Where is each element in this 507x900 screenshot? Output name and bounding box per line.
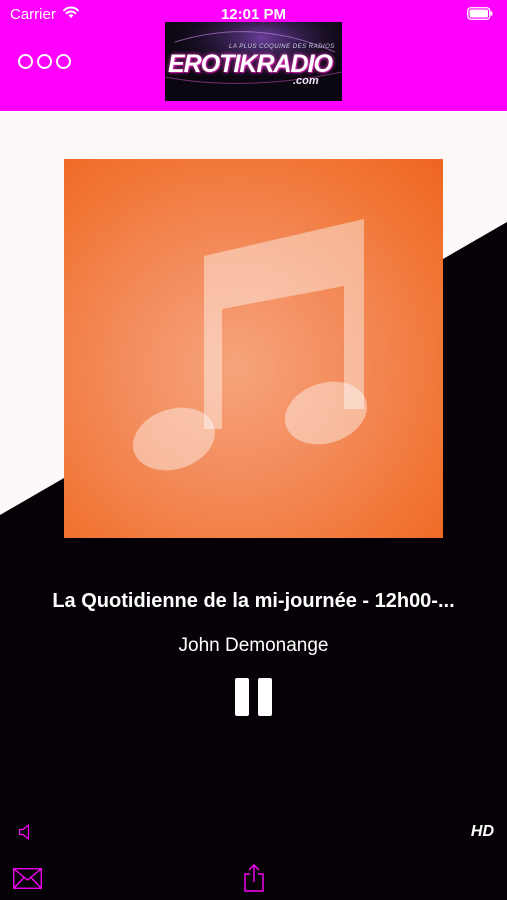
battery-icon	[467, 7, 493, 20]
share-icon[interactable]	[243, 864, 265, 892]
music-note-icon	[132, 219, 368, 471]
logo-domain: .com	[293, 75, 319, 87]
pause-icon-bar	[235, 678, 249, 716]
volume-icon[interactable]	[18, 823, 34, 841]
mail-icon[interactable]	[13, 868, 42, 889]
track-artist: John Demonange	[178, 635, 329, 656]
menu-dot	[18, 54, 33, 69]
album-artwork	[64, 159, 443, 538]
track-title: La Quotidienne de la mi-journée - 12h00-…	[52, 590, 455, 612]
status-time: 12:01 PM	[220, 6, 287, 23]
pause-button[interactable]	[234, 678, 274, 716]
station-logo: LA PLUS COQUINE DES RADIOS EROTIKRADIO .…	[165, 22, 342, 101]
menu-dot	[37, 54, 52, 69]
menu-dot	[56, 54, 71, 69]
hd-badge[interactable]: HD	[471, 823, 494, 841]
pause-icon-bar	[258, 678, 272, 716]
menu-icon[interactable]	[18, 54, 71, 69]
